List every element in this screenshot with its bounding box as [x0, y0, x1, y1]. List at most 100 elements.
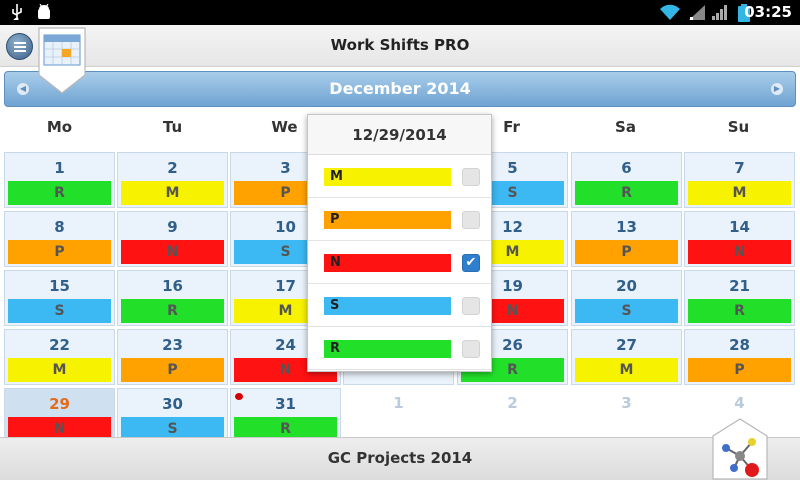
- day-cell[interactable]: 27 M: [571, 329, 682, 385]
- day-number: 28: [729, 336, 750, 354]
- day-cell[interactable]: 13 P: [571, 211, 682, 267]
- shift-option-label: N: [324, 254, 451, 272]
- note-marker-icon: [235, 393, 243, 400]
- day-number: 20: [616, 277, 637, 295]
- day-number: 9: [167, 218, 178, 236]
- shift-label: P: [8, 240, 111, 264]
- shift-option-row[interactable]: R: [308, 327, 491, 370]
- day-cell[interactable]: 3: [571, 388, 682, 437]
- shift-option-checkbox[interactable]: ✔: [462, 254, 480, 272]
- title-bar: Work Shifts PRO: [0, 25, 800, 67]
- shift-option-row[interactable]: M: [308, 155, 491, 198]
- shift-label: M: [575, 358, 678, 382]
- day-cell[interactable]: 16 R: [117, 270, 228, 326]
- weekday-label: Tu: [162, 118, 183, 136]
- day-number: 2: [507, 394, 518, 412]
- usb-icon: [12, 4, 22, 20]
- shift-label: N: [121, 240, 224, 264]
- signal-bars-icon: [712, 5, 727, 20]
- day-number: 14: [729, 218, 750, 236]
- day-cell[interactable]: 20 S: [571, 270, 682, 326]
- menu-button[interactable]: [6, 33, 33, 60]
- day-number: 16: [162, 277, 183, 295]
- day-number: 31: [275, 395, 296, 413]
- day-cell[interactable]: 30 S: [117, 388, 228, 437]
- shift-label: R: [234, 417, 337, 437]
- shift-label: S: [8, 299, 111, 323]
- day-cell[interactable]: 6R: [571, 152, 682, 208]
- day-cell[interactable]: 8P: [4, 211, 115, 267]
- day-cell[interactable]: 15 S: [4, 270, 115, 326]
- day-number: 13: [616, 218, 637, 236]
- day-number: 1: [54, 159, 65, 177]
- day-cell[interactable]: 9N: [117, 211, 228, 267]
- shift-option-row[interactable]: S: [308, 284, 491, 327]
- shift-label: M: [8, 358, 111, 382]
- shift-label: R: [121, 299, 224, 323]
- day-cell[interactable]: 21 R: [684, 270, 795, 326]
- gc-projects-logo-icon[interactable]: [712, 418, 768, 480]
- shift-label: M: [688, 181, 791, 205]
- shift-label: R: [8, 181, 111, 205]
- shift-option-label: P: [324, 211, 451, 229]
- day-number: 27: [616, 336, 637, 354]
- weekday-label: Sa: [615, 118, 636, 136]
- shift-label: P: [688, 358, 791, 382]
- day-cell[interactable]: 2M: [117, 152, 228, 208]
- shift-picker-dialog: 12/29/2014 M P N ✔ S R: [307, 114, 492, 372]
- shift-option-row[interactable]: P: [308, 198, 491, 241]
- signal-icon: [689, 5, 705, 20]
- day-cell[interactable]: 14 N: [684, 211, 795, 267]
- shift-label: M: [121, 181, 224, 205]
- day-cell[interactable]: 28 P: [684, 329, 795, 385]
- day-cell[interactable]: 7M: [684, 152, 795, 208]
- day-cell[interactable]: 31 R: [230, 388, 341, 437]
- wifi-icon: [660, 4, 680, 20]
- shift-option-checkbox[interactable]: [462, 297, 480, 315]
- shift-option-label: M: [324, 168, 451, 186]
- day-cell[interactable]: 23 P: [117, 329, 228, 385]
- shift-label: N: [688, 240, 791, 264]
- day-cell[interactable]: 1: [343, 388, 454, 437]
- shift-label: N: [8, 417, 111, 437]
- day-number: 30: [162, 395, 183, 413]
- footer-text: GC Projects 2014: [327, 449, 473, 467]
- calendar-logo-icon: [38, 27, 86, 94]
- next-month-button[interactable]: ▶: [771, 83, 783, 95]
- month-header: ◀ December 2014 ▶: [4, 71, 796, 107]
- shift-label: R: [575, 181, 678, 205]
- day-number: 3: [621, 394, 632, 412]
- weekday-label: Mo: [46, 118, 73, 136]
- clock: 03:25: [744, 3, 792, 21]
- day-number: 2: [167, 159, 178, 177]
- day-number: 7: [734, 159, 745, 177]
- footer-bar: GC Projects 2014: [0, 437, 800, 480]
- day-number: 23: [162, 336, 183, 354]
- shift-option-checkbox[interactable]: [462, 340, 480, 358]
- day-number: 29: [49, 395, 70, 413]
- day-cell[interactable]: 22 M: [4, 329, 115, 385]
- month-title: December 2014: [329, 79, 471, 98]
- shift-label: S: [575, 299, 678, 323]
- dialog-date: 12/29/2014: [308, 115, 491, 155]
- app-title: Work Shifts PRO: [330, 36, 470, 54]
- shift-option-checkbox[interactable]: [462, 211, 480, 229]
- day-number: 1: [393, 394, 404, 412]
- day-cell[interactable]: 1R: [4, 152, 115, 208]
- shift-option-row[interactable]: N ✔: [308, 241, 491, 284]
- shift-label: S: [121, 417, 224, 437]
- day-number: 22: [49, 336, 70, 354]
- android-debug-icon: [38, 4, 50, 19]
- shift-option-checkbox[interactable]: [462, 168, 480, 186]
- shift-label: P: [121, 358, 224, 382]
- shift-option-label: S: [324, 297, 451, 315]
- shift-option-label: R: [324, 340, 451, 358]
- day-number: 6: [621, 159, 632, 177]
- day-cell[interactable]: 29 N: [4, 388, 115, 437]
- shift-label: P: [575, 240, 678, 264]
- shift-label: R: [688, 299, 791, 323]
- status-bar: 03:25: [0, 0, 800, 25]
- day-number: 4: [734, 394, 745, 412]
- day-cell[interactable]: 2: [457, 388, 568, 437]
- day-number: 8: [54, 218, 65, 236]
